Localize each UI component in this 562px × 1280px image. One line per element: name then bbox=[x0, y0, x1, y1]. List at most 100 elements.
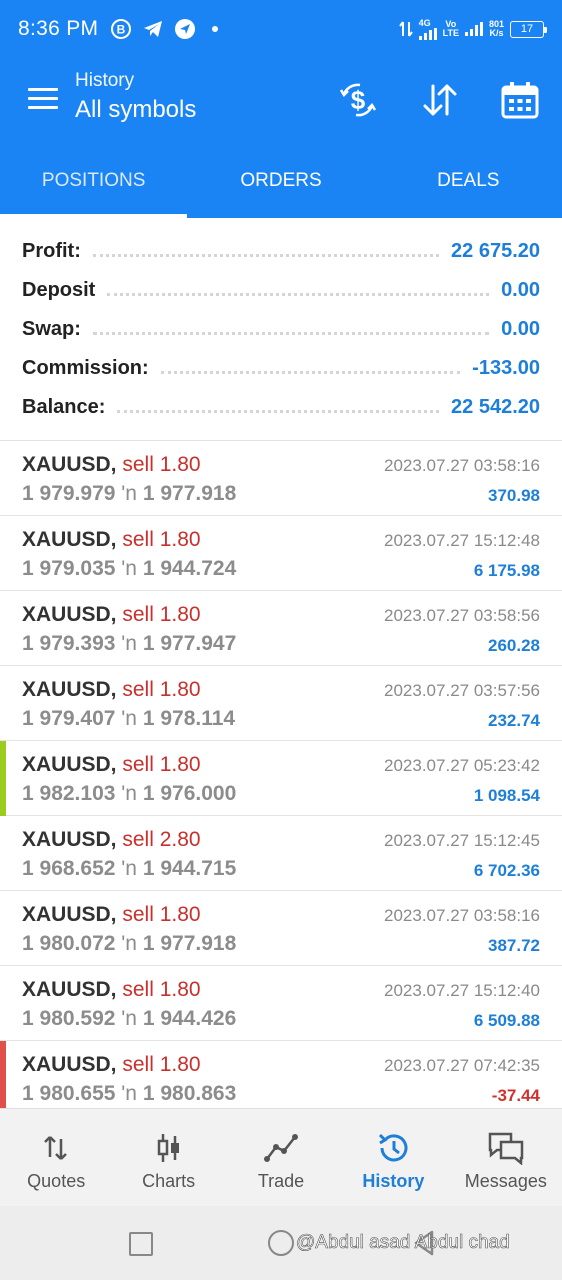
profit-value: 1 098.54 bbox=[473, 786, 540, 805]
nav-history[interactable]: History bbox=[337, 1109, 449, 1206]
nav-label: Messages bbox=[464, 1171, 547, 1191]
price-arrow: 'n bbox=[121, 707, 137, 730]
row-marker bbox=[0, 1041, 6, 1108]
symbol: XAUUSD, bbox=[22, 903, 117, 926]
summary-value: 22 675.20 bbox=[451, 240, 540, 262]
row-line-bottom: 1 980.592 'n 1 944.426 6 509.88 bbox=[22, 1007, 540, 1031]
trade-side: sell 1.80 bbox=[122, 1053, 201, 1076]
symbol-side: XAUUSD, sell 1.80 bbox=[22, 1053, 201, 1077]
summary-value: -133.00 bbox=[472, 357, 540, 379]
close-price: 1 977.918 bbox=[142, 932, 237, 955]
sort-icon[interactable] bbox=[418, 78, 462, 122]
signal-icon-2 bbox=[464, 22, 483, 36]
profit-value: 387.72 bbox=[488, 936, 540, 955]
row-marker bbox=[0, 516, 6, 591]
close-time: 2023.07.27 15:12:40 bbox=[384, 981, 540, 1000]
history-icon bbox=[373, 1131, 413, 1165]
open-price: 1 968.652 bbox=[22, 857, 116, 880]
row-line-top: XAUUSD, sell 2.80 2023.07.27 15:12:45 bbox=[22, 828, 540, 852]
close-price: 1 980.863 bbox=[142, 1082, 237, 1105]
position-row[interactable]: XAUUSD, sell 1.80 2023.07.27 07:42:35 1 98… bbox=[0, 1041, 562, 1108]
close-price: 1 944.724 bbox=[142, 557, 237, 580]
symbol-side: XAUUSD, sell 2.80 bbox=[22, 828, 201, 852]
profit-value: -37.44 bbox=[491, 1086, 540, 1105]
dotted-leader bbox=[92, 332, 490, 335]
nav-trade[interactable]: Trade bbox=[225, 1109, 337, 1206]
menu-icon[interactable] bbox=[28, 88, 58, 112]
profit-value: 232.74 bbox=[488, 711, 540, 730]
row-line-bottom: 1 968.652 'n 1 944.715 6 702.36 bbox=[22, 857, 540, 881]
position-row[interactable]: XAUUSD, sell 1.80 2023.07.27 03:57:56 1 97… bbox=[0, 666, 562, 741]
price-arrow: 'n bbox=[121, 557, 137, 580]
row-line-top: XAUUSD, sell 1.80 2023.07.27 15:12:48 bbox=[22, 528, 540, 552]
position-row[interactable]: XAUUSD, sell 1.80 2023.07.27 15:12:40 1 98… bbox=[0, 966, 562, 1041]
nav-charts[interactable]: Charts bbox=[112, 1109, 224, 1206]
volte-bottom: LTE bbox=[442, 28, 459, 38]
position-row[interactable]: XAUUSD, sell 1.80 2023.07.27 15:12:48 1 97… bbox=[0, 516, 562, 591]
row-marker bbox=[0, 666, 6, 741]
position-row[interactable]: XAUUSD, sell 1.80 2023.07.27 03:58:16 1 97… bbox=[0, 441, 562, 516]
signal-1: 4G bbox=[418, 17, 437, 40]
net-speed-unit: K/s bbox=[489, 28, 504, 38]
data-transfer-icon bbox=[398, 21, 413, 37]
symbol-side: XAUUSD, sell 1.80 bbox=[22, 753, 201, 777]
dotted-leader bbox=[92, 254, 440, 257]
system-navigation-bar: @Abdul asad Abdul chad bbox=[0, 1206, 562, 1280]
summary-label: Balance: bbox=[22, 396, 106, 418]
position-row[interactable]: XAUUSD, sell 1.80 2023.07.27 05:23:42 1 98… bbox=[0, 741, 562, 816]
summary-row-commission: Commission: -133.00 bbox=[22, 349, 540, 388]
price-range: 1 980.592 'n 1 944.426 bbox=[22, 1007, 236, 1031]
price-arrow: 'n bbox=[121, 857, 137, 880]
b-notification-icon: B bbox=[110, 18, 132, 40]
signal-icon bbox=[418, 27, 437, 40]
battery-level: 17 bbox=[520, 22, 534, 35]
recent-apps-button[interactable] bbox=[129, 1232, 153, 1256]
open-price: 1 979.407 bbox=[22, 707, 116, 730]
summary-label: Swap: bbox=[22, 318, 81, 340]
title-block[interactable]: History All symbols bbox=[75, 70, 196, 124]
close-price: 1 944.715 bbox=[142, 857, 237, 880]
home-button[interactable] bbox=[268, 1230, 294, 1256]
row-line-bottom: 1 980.655 'n 1 980.863 -37.44 bbox=[22, 1082, 540, 1106]
symbol-side: XAUUSD, sell 1.80 bbox=[22, 678, 201, 702]
trade-side: sell 1.80 bbox=[122, 603, 201, 626]
network-type: 4G bbox=[418, 17, 431, 28]
row-marker bbox=[0, 966, 6, 1041]
position-row[interactable]: XAUUSD, sell 2.80 2023.07.27 15:12:45 1 96… bbox=[0, 816, 562, 891]
close-time: 2023.07.27 03:57:56 bbox=[384, 681, 540, 700]
nav-quotes[interactable]: Quotes bbox=[0, 1109, 112, 1206]
summary-row-swap: Swap: 0.00 bbox=[22, 310, 540, 349]
price-arrow: 'n bbox=[121, 482, 137, 505]
profit-value: 6 509.88 bbox=[473, 1011, 540, 1030]
price-range: 1 982.103 'n 1 976.000 bbox=[22, 782, 236, 806]
symbol: XAUUSD, bbox=[22, 828, 117, 851]
symbol: XAUUSD, bbox=[22, 678, 117, 701]
position-row[interactable]: XAUUSD, sell 1.80 2023.07.27 03:58:56 1 97… bbox=[0, 591, 562, 666]
tab-positions[interactable]: POSITIONS bbox=[0, 144, 188, 218]
summary-label: Profit: bbox=[22, 240, 81, 262]
summary-row-deposit: Deposit 0.00 bbox=[22, 271, 540, 310]
more-notifications-dot bbox=[212, 26, 219, 32]
tab-deals[interactable]: DEALS bbox=[375, 144, 562, 218]
symbol: XAUUSD, bbox=[22, 1053, 117, 1076]
price-range: 1 968.652 'n 1 944.715 bbox=[22, 857, 236, 881]
quotes-icon bbox=[36, 1131, 76, 1165]
price-arrow: 'n bbox=[121, 632, 137, 655]
nav-messages[interactable]: Messages bbox=[450, 1109, 562, 1206]
position-row[interactable]: XAUUSD, sell 1.80 2023.07.27 03:58:16 1 98… bbox=[0, 891, 562, 966]
tab-orders[interactable]: ORDERS bbox=[187, 144, 374, 218]
symbol-side: XAUUSD, sell 1.80 bbox=[22, 903, 201, 927]
symbol: XAUUSD, bbox=[22, 753, 117, 776]
calendar-icon[interactable] bbox=[498, 78, 542, 122]
close-time: 2023.07.27 15:12:48 bbox=[384, 531, 540, 550]
symbol-side: XAUUSD, sell 1.80 bbox=[22, 603, 201, 627]
history-tabs: POSITIONS ORDERS DEALS bbox=[0, 144, 562, 218]
currency-exchange-icon[interactable]: $ bbox=[336, 78, 380, 122]
summary-value: 22 542.20 bbox=[451, 396, 540, 418]
close-price: 1 976.000 bbox=[142, 782, 237, 805]
symbol-side: XAUUSD, sell 1.80 bbox=[22, 528, 201, 552]
price-range: 1 980.072 'n 1 977.918 bbox=[22, 932, 236, 956]
trade-side: sell 1.80 bbox=[122, 903, 201, 926]
profit-value: 6 702.36 bbox=[473, 861, 540, 880]
row-line-top: XAUUSD, sell 1.80 2023.07.27 07:42:35 bbox=[22, 1053, 540, 1077]
